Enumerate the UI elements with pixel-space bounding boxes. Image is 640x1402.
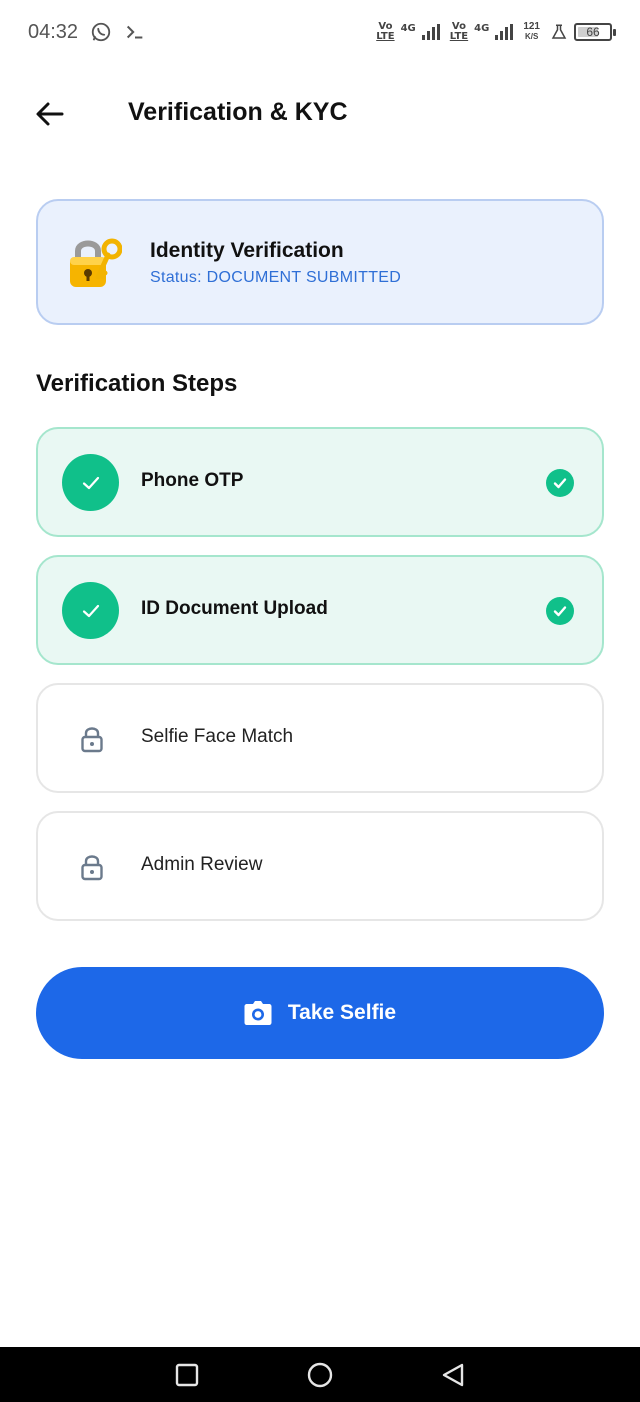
volte-icon: Vo LTE [376,21,395,42]
terminal-icon [124,21,146,43]
signal-icon-2 [495,24,514,40]
arrow-left-icon [36,102,64,126]
locked-with-key-icon [68,235,123,291]
back-nav-button[interactable] [433,1355,473,1395]
step-label: Selfie Face Match [141,726,294,747]
step-id-document-upload[interactable]: ID Document Upload [36,555,604,665]
check-icon [82,476,99,489]
check-circle-icon [546,469,574,497]
camera-icon [244,1001,272,1025]
recents-button[interactable] [167,1355,207,1395]
battery-level: 66 [586,25,600,39]
triangle-back-icon [443,1363,464,1386]
network-gen-label: 4G [400,23,416,34]
lock-icon [78,852,106,882]
step-admin-review[interactable]: Admin Review [36,811,604,921]
app-header: Verification & KYC [0,84,640,144]
step-selfie-face-match[interactable]: Selfie Face Match [36,683,604,793]
step-phone-otp[interactable]: Phone OTP [36,427,604,537]
flask-icon [550,23,568,41]
take-selfie-label: Take Selfie [287,1001,397,1024]
lock-icon [78,724,106,754]
status-left: 04:32 [28,21,146,44]
take-selfie-button[interactable]: Take Selfie [36,967,604,1059]
step-complete-circle [62,582,119,639]
signal-icon [421,24,440,40]
check-icon [82,604,99,617]
status-bar: 04:32 Vo LTE 4G Vo LTE 4G 121 K/S 66 [0,0,640,64]
step-label: Admin Review [141,854,263,875]
whatsapp-icon [90,21,112,43]
circle-icon [307,1362,333,1387]
back-button[interactable] [30,94,70,134]
square-icon [175,1363,198,1386]
network-speed: 121 K/S [523,21,540,42]
status-time: 04:32 [28,20,79,43]
home-button[interactable] [300,1355,340,1395]
section-title: Verification Steps [36,370,238,397]
step-complete-circle [62,454,119,511]
verification-status: Status: DOCUMENT SUBMITTED [150,269,402,286]
volte-icon-2: Vo LTE [449,21,469,42]
system-nav-bar [0,1347,640,1402]
battery-icon: 66 [574,23,616,41]
page-title: Verification & KYC [128,98,348,126]
network-gen-label-2: 4G [474,23,490,34]
status-right: Vo LTE 4G Vo LTE 4G 121 K/S 66 [376,21,616,42]
step-label: ID Document Upload [141,598,328,619]
check-circle-icon [546,597,574,625]
identity-verification-card: Identity Verification Status: DOCUMENT S… [36,199,604,325]
identity-title: Identity Verification [150,239,344,262]
step-label: Phone OTP [141,470,244,491]
